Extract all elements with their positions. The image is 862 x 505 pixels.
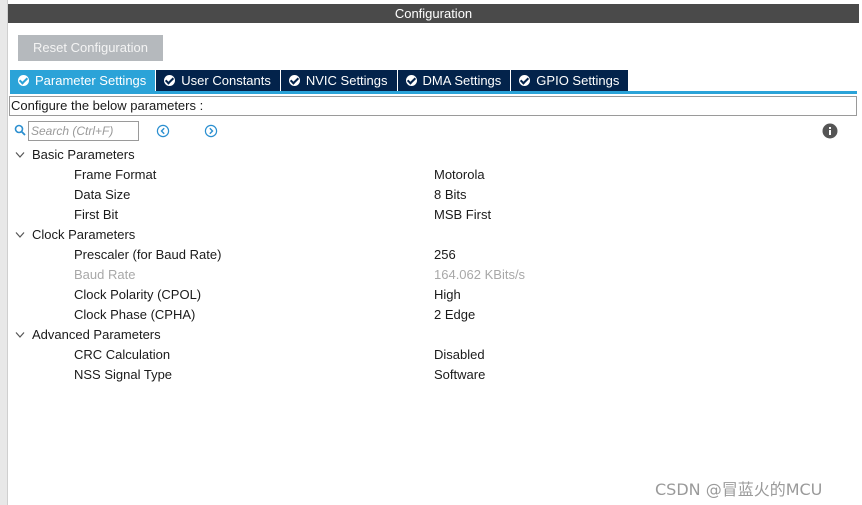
search-icon	[14, 124, 26, 136]
param-row-crc-calculation[interactable]: CRC Calculation Disabled	[0, 345, 862, 365]
param-label: Clock Phase (CPHA)	[74, 307, 196, 322]
param-value[interactable]: Motorola	[434, 165, 485, 185]
chevron-down-icon[interactable]	[15, 231, 25, 239]
group-label: Basic Parameters	[32, 147, 135, 162]
param-label: CRC Calculation	[74, 347, 171, 362]
group-row-advanced-parameters[interactable]: Advanced Parameters	[0, 325, 862, 345]
tab-nvic-settings[interactable]: NVIC Settings	[280, 70, 397, 91]
tab-label: DMA Settings	[422, 73, 502, 88]
check-circle-icon	[288, 75, 300, 86]
tab-user-constants[interactable]: User Constants	[156, 70, 280, 91]
param-row-frame-format[interactable]: Frame Format Motorola	[0, 165, 862, 185]
search-input[interactable]	[28, 121, 139, 141]
param-label: First Bit	[74, 207, 119, 222]
check-circle-icon	[519, 75, 531, 86]
tab-gpio-settings[interactable]: GPIO Settings	[511, 70, 629, 91]
param-row-clock-polarity[interactable]: Clock Polarity (CPOL) High	[0, 285, 862, 305]
param-row-prescaler[interactable]: Prescaler (for Baud Rate) 256	[0, 245, 862, 265]
check-circle-icon	[18, 75, 29, 86]
tab-underline	[10, 91, 857, 94]
reset-configuration-button[interactable]: Reset Configuration	[18, 35, 163, 61]
chevron-down-icon[interactable]	[15, 151, 25, 159]
param-value[interactable]: High	[434, 285, 461, 305]
tab-label: User Constants	[181, 73, 271, 88]
parameters-description: Configure the below parameters :	[9, 96, 857, 116]
param-value: 164.062 KBits/s	[434, 267, 526, 282]
param-label: Frame Format	[74, 167, 157, 182]
param-value[interactable]: Disabled	[434, 345, 485, 365]
tab-parameter-settings[interactable]: Parameter Settings	[10, 70, 156, 91]
param-row-clock-phase[interactable]: Clock Phase (CPHA) 2 Edge	[0, 305, 862, 325]
check-circle-icon	[164, 75, 176, 86]
param-label: NSS Signal Type	[74, 367, 173, 382]
tab-label: NVIC Settings	[305, 73, 388, 88]
param-row-first-bit[interactable]: First Bit MSB First	[0, 205, 862, 225]
param-label: Baud Rate	[74, 267, 136, 282]
tab-label: GPIO Settings	[536, 73, 620, 88]
chevron-right-circle-icon[interactable]	[204, 124, 218, 138]
param-value[interactable]: 8 Bits	[434, 185, 467, 205]
param-value[interactable]: Software	[434, 365, 485, 385]
param-row-baud-rate: Baud Rate 164.062 KBits/s	[0, 265, 862, 285]
param-row-data-size[interactable]: Data Size 8 Bits	[0, 185, 862, 205]
group-label: Clock Parameters	[32, 227, 136, 242]
param-value[interactable]: MSB First	[434, 205, 491, 225]
group-label: Advanced Parameters	[32, 327, 161, 342]
info-icon[interactable]	[822, 123, 838, 139]
param-row-nss-signal-type[interactable]: NSS Signal Type Software	[0, 365, 862, 385]
group-row-clock-parameters[interactable]: Clock Parameters	[0, 225, 862, 245]
tab-label: Parameter Settings	[35, 73, 147, 88]
param-value[interactable]: 256	[434, 245, 456, 265]
tab-dma-settings[interactable]: DMA Settings	[397, 70, 511, 91]
param-label: Prescaler (for Baud Rate)	[74, 247, 222, 262]
parameter-tree: Basic Parameters Frame Format Motorola D…	[0, 145, 862, 385]
param-label: Clock Polarity (CPOL)	[74, 287, 202, 302]
check-circle-icon	[405, 75, 417, 86]
tab-bar: Parameter Settings User Constants NVIC S…	[10, 70, 629, 92]
group-row-basic-parameters[interactable]: Basic Parameters	[0, 145, 862, 165]
param-value[interactable]: 2 Edge	[434, 305, 475, 325]
watermark: CSDN @冒蓝火的MCU	[655, 480, 823, 499]
chevron-down-icon[interactable]	[15, 331, 25, 339]
param-label: Data Size	[74, 187, 131, 202]
chevron-left-circle-icon[interactable]	[156, 124, 170, 138]
window-title: Configuration	[8, 4, 859, 23]
